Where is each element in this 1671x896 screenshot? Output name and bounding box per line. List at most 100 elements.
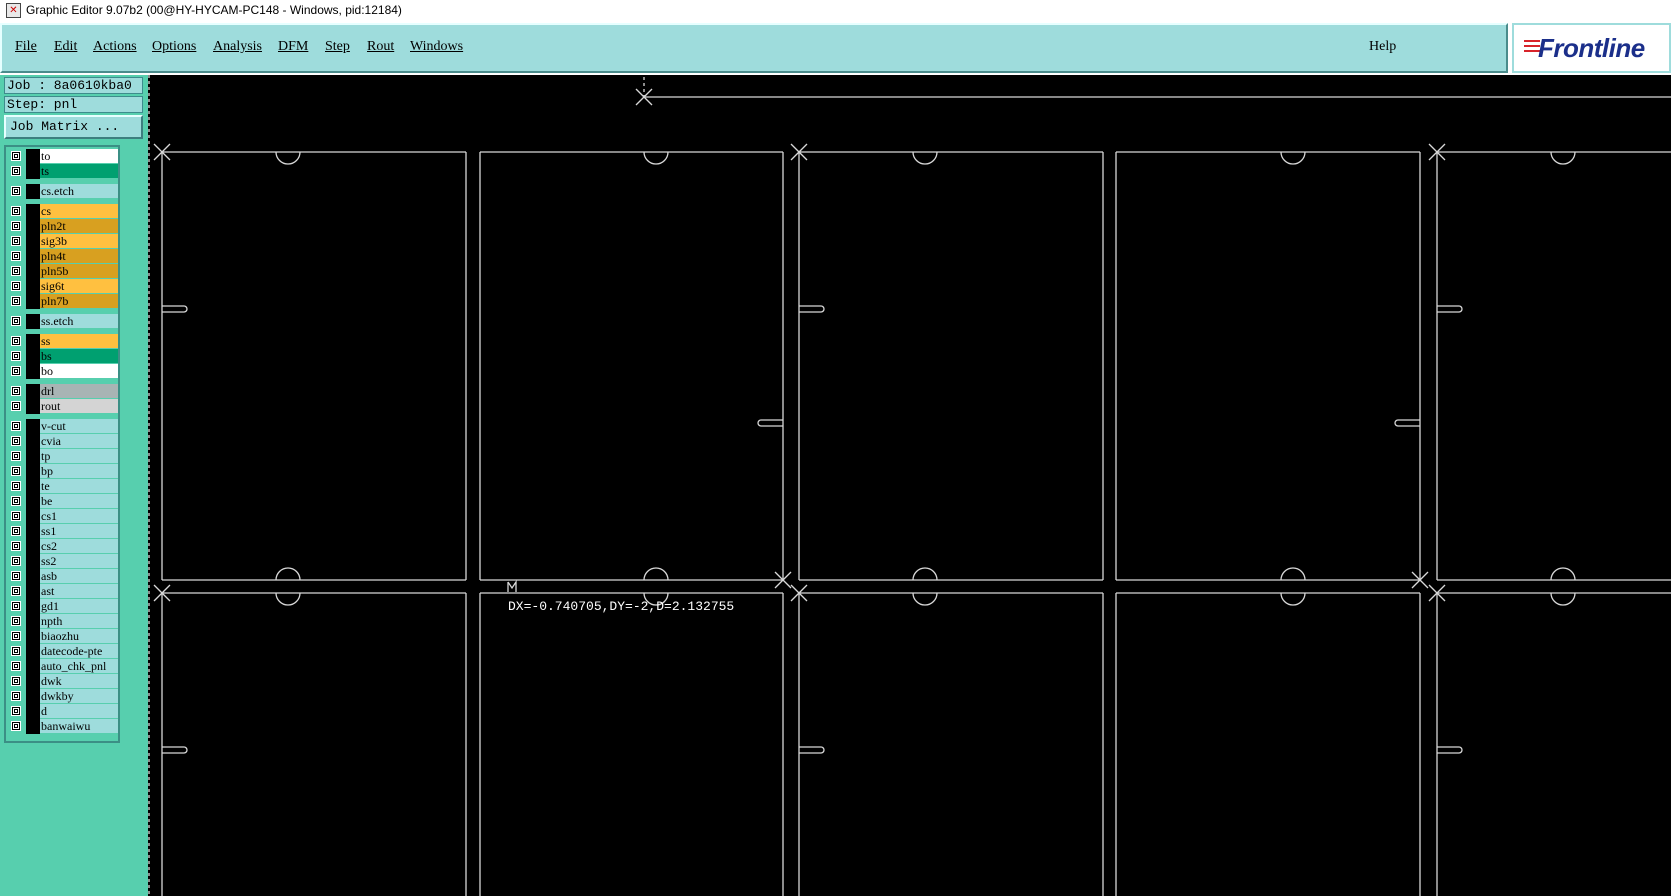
layer-checkbox[interactable] bbox=[11, 646, 21, 656]
layer-checkbox[interactable] bbox=[11, 451, 21, 461]
layer-name[interactable]: dwkby bbox=[40, 689, 118, 703]
layer-row-tp[interactable]: tp bbox=[6, 449, 118, 464]
layer-name[interactable]: to bbox=[40, 149, 118, 163]
layer-checkbox[interactable] bbox=[11, 296, 21, 306]
layer-checkbox[interactable] bbox=[11, 571, 21, 581]
menu-analysis[interactable]: Analysis bbox=[213, 39, 262, 55]
layer-checkbox[interactable] bbox=[11, 691, 21, 701]
layer-name[interactable]: sig6t bbox=[40, 279, 118, 293]
layer-name[interactable]: cs2 bbox=[40, 539, 118, 553]
layer-name[interactable]: sig3b bbox=[40, 234, 118, 248]
layer-name[interactable]: drl bbox=[40, 384, 118, 398]
layer-checkbox[interactable] bbox=[11, 661, 21, 671]
layer-row-drl[interactable]: drl bbox=[6, 384, 118, 399]
layer-name[interactable]: bs bbox=[40, 349, 118, 363]
layer-checkbox[interactable] bbox=[11, 401, 21, 411]
layer-row-banwaiwu[interactable]: banwaiwu bbox=[6, 719, 118, 734]
layer-name[interactable]: auto_chk_pnl bbox=[40, 659, 118, 673]
menu-rout[interactable]: Rout bbox=[367, 39, 394, 55]
layer-row-ss[interactable]: ss bbox=[6, 334, 118, 349]
layer-checkbox[interactable] bbox=[11, 496, 21, 506]
menu-edit[interactable]: Edit bbox=[54, 39, 77, 55]
layer-row-ss.etch[interactable]: ss.etch bbox=[6, 314, 118, 329]
layer-row-pln4t[interactable]: pln4t bbox=[6, 249, 118, 264]
layer-checkbox[interactable] bbox=[11, 466, 21, 476]
layer-name[interactable]: ss1 bbox=[40, 524, 118, 538]
menu-actions[interactable]: Actions bbox=[93, 39, 137, 55]
layer-checkbox[interactable] bbox=[11, 676, 21, 686]
layer-name[interactable]: npth bbox=[40, 614, 118, 628]
layer-checkbox[interactable] bbox=[11, 166, 21, 176]
layer-row-to[interactable]: to bbox=[6, 149, 118, 164]
layer-name[interactable]: ss2 bbox=[40, 554, 118, 568]
layer-checkbox[interactable] bbox=[11, 706, 21, 716]
layer-name[interactable]: biaozhu bbox=[40, 629, 118, 643]
layer-row-te[interactable]: te bbox=[6, 479, 118, 494]
layer-checkbox[interactable] bbox=[11, 251, 21, 261]
layer-name[interactable]: cs.etch bbox=[40, 184, 118, 198]
layer-checkbox[interactable] bbox=[11, 526, 21, 536]
layer-row-v-cut[interactable]: v-cut bbox=[6, 419, 118, 434]
layer-row-sig3b[interactable]: sig3b bbox=[6, 234, 118, 249]
layer-checkbox[interactable] bbox=[11, 481, 21, 491]
layer-name[interactable]: dwk bbox=[40, 674, 118, 688]
layer-row-rout[interactable]: rout bbox=[6, 399, 118, 414]
layer-checkbox[interactable] bbox=[11, 541, 21, 551]
layer-checkbox[interactable] bbox=[11, 351, 21, 361]
layer-name[interactable]: pln5b bbox=[40, 264, 118, 278]
layer-checkbox[interactable] bbox=[11, 221, 21, 231]
layer-checkbox[interactable] bbox=[11, 366, 21, 376]
layer-name[interactable]: d bbox=[40, 704, 118, 718]
layer-name[interactable]: datecode-pte bbox=[40, 644, 118, 658]
layer-row-pln2t[interactable]: pln2t bbox=[6, 219, 118, 234]
layer-row-pln7b[interactable]: pln7b bbox=[6, 294, 118, 309]
layer-checkbox[interactable] bbox=[11, 281, 21, 291]
layer-row-cs1[interactable]: cs1 bbox=[6, 509, 118, 524]
layer-name[interactable]: be bbox=[40, 494, 118, 508]
layer-name[interactable]: pln7b bbox=[40, 294, 118, 308]
layer-checkbox[interactable] bbox=[11, 721, 21, 731]
layer-row-cs.etch[interactable]: cs.etch bbox=[6, 184, 118, 199]
layer-row-ts[interactable]: ts bbox=[6, 164, 118, 179]
menu-step[interactable]: Step bbox=[325, 39, 350, 55]
graphic-canvas[interactable]: DX=-0.740705,DY=-2,D=2.132755 bbox=[148, 75, 1671, 896]
layer-row-ss2[interactable]: ss2 bbox=[6, 554, 118, 569]
layer-name[interactable]: cvia bbox=[40, 434, 118, 448]
layer-row-npth[interactable]: npth bbox=[6, 614, 118, 629]
menu-windows[interactable]: Windows bbox=[410, 39, 463, 55]
layer-name[interactable]: cs bbox=[40, 204, 118, 218]
layer-name[interactable]: rout bbox=[40, 399, 118, 413]
layer-name[interactable]: ast bbox=[40, 584, 118, 598]
layer-name[interactable]: gd1 bbox=[40, 599, 118, 613]
menu-options[interactable]: Options bbox=[152, 39, 196, 55]
layer-name[interactable]: pln2t bbox=[40, 219, 118, 233]
layer-row-auto_chk_pnl[interactable]: auto_chk_pnl bbox=[6, 659, 118, 674]
layer-checkbox[interactable] bbox=[11, 631, 21, 641]
layer-row-asb[interactable]: asb bbox=[6, 569, 118, 584]
layer-name[interactable]: asb bbox=[40, 569, 118, 583]
layer-row-be[interactable]: be bbox=[6, 494, 118, 509]
job-matrix-button[interactable]: Job Matrix ... bbox=[4, 115, 143, 139]
layer-row-bp[interactable]: bp bbox=[6, 464, 118, 479]
layer-row-biaozhu[interactable]: biaozhu bbox=[6, 629, 118, 644]
layer-name[interactable]: bo bbox=[40, 364, 118, 378]
layer-row-ss1[interactable]: ss1 bbox=[6, 524, 118, 539]
layer-checkbox[interactable] bbox=[11, 186, 21, 196]
layer-checkbox[interactable] bbox=[11, 421, 21, 431]
layer-row-d[interactable]: d bbox=[6, 704, 118, 719]
layer-checkbox[interactable] bbox=[11, 266, 21, 276]
layer-checkbox[interactable] bbox=[11, 336, 21, 346]
layer-row-cvia[interactable]: cvia bbox=[6, 434, 118, 449]
layer-name[interactable]: ss bbox=[40, 334, 118, 348]
layer-name[interactable]: te bbox=[40, 479, 118, 493]
layer-checkbox[interactable] bbox=[11, 436, 21, 446]
layer-checkbox[interactable] bbox=[11, 206, 21, 216]
layer-checkbox[interactable] bbox=[11, 556, 21, 566]
layer-checkbox[interactable] bbox=[11, 616, 21, 626]
layer-row-ast[interactable]: ast bbox=[6, 584, 118, 599]
layer-row-bs[interactable]: bs bbox=[6, 349, 118, 364]
menu-help[interactable]: Help bbox=[1369, 39, 1396, 55]
layer-name[interactable]: bp bbox=[40, 464, 118, 478]
menu-file[interactable]: File bbox=[15, 39, 37, 55]
layer-checkbox[interactable] bbox=[11, 601, 21, 611]
